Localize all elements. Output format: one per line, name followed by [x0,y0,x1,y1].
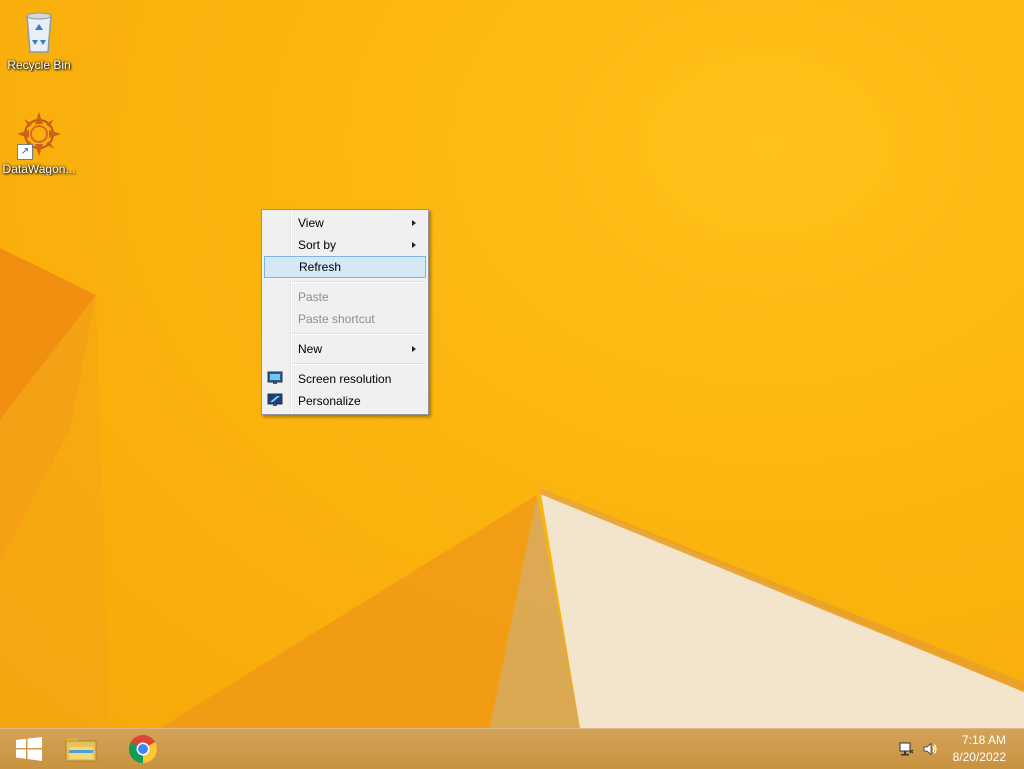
menu-item-label: Screen resolution [298,372,392,386]
desktop-icon-recycle-bin[interactable]: Recycle Bin [0,6,78,72]
menu-item-paste[interactable]: Paste [264,286,426,308]
menu-item-new[interactable]: New [264,338,426,360]
file-explorer-icon [65,738,97,762]
windows-start-icon [16,737,42,761]
datawagon-icon: ↗ [15,110,63,160]
menu-item-sort-by[interactable]: Sort by [264,234,426,256]
submenu-arrow-icon [412,220,416,226]
shortcut-arrow-icon: ↗ [17,144,33,160]
menu-item-screen-resolution[interactable]: Screen resolution [264,368,426,390]
desktop-context-menu: View Sort by Refresh Paste Paste shortcu… [261,209,429,415]
menu-item-view[interactable]: View [264,212,426,234]
menu-item-label: Refresh [299,260,342,274]
chrome-icon [129,735,157,763]
menu-separator [292,281,426,283]
start-button[interactable] [0,729,58,769]
menu-item-label: Paste [298,290,329,304]
clock-date: 8/20/2022 [952,750,1006,764]
taskbar-chrome-button[interactable] [114,729,172,769]
menu-item-label: Sort by [298,238,337,252]
menu-item-paste-shortcut[interactable]: Paste shortcut [264,308,426,330]
menu-item-refresh[interactable]: Refresh [264,256,426,278]
menu-item-personalize[interactable]: Personalize [264,390,426,412]
submenu-arrow-icon [412,242,416,248]
recycle-bin-icon [15,6,63,54]
wallpaper-shapes [0,248,1024,728]
clock-time: 7:18 AM [961,733,1006,747]
personalize-icon [267,393,283,406]
desktop[interactable]: Recycle Bin ↗ DataWagon... View Sort by [0,0,1024,728]
desktop-icon-label: DataWagon... [2,162,76,176]
menu-item-label: View [298,216,324,230]
taskbar-clock[interactable]: 7:18 AM 8/20/2022 [926,732,1006,766]
menu-separator [292,333,426,335]
desktop-icon-datawagon[interactable]: ↗ DataWagon... [0,110,78,176]
menu-item-label: Paste shortcut [298,312,375,326]
menu-item-label: New [298,342,323,356]
network-icon[interactable] [898,741,914,757]
menu-separator [292,363,426,365]
screen-resolution-icon [267,371,283,384]
desktop-icon-label: Recycle Bin [7,58,71,72]
menu-item-label: Personalize [298,394,361,408]
submenu-arrow-icon [412,346,416,352]
taskbar-file-explorer-button[interactable] [52,729,110,769]
taskbar: 7:18 AM 8/20/2022 [0,728,1024,769]
